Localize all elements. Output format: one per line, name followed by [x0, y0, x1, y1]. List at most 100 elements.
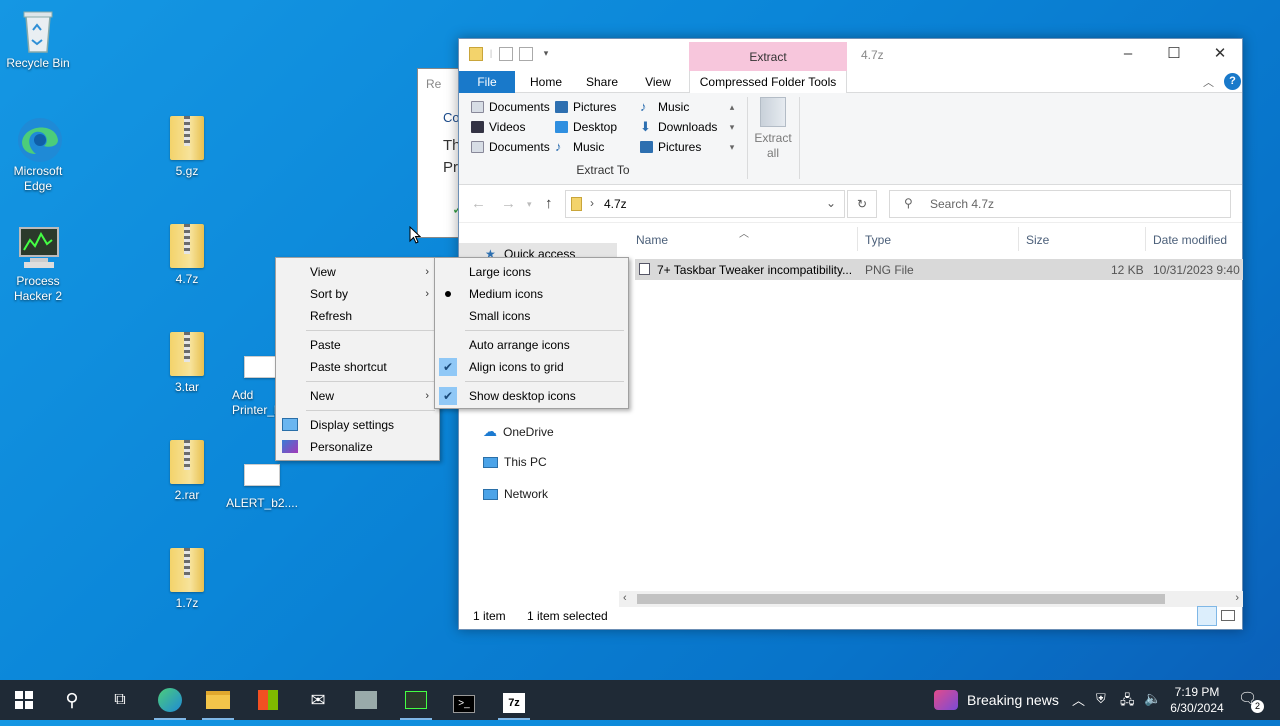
minimize-button[interactable]: – [1105, 39, 1151, 69]
desktop-icon-label: Recycle Bin [6, 56, 70, 70]
process-hacker-icon[interactable] [392, 680, 440, 720]
desktop-icon-3tar[interactable]: 3.tar [149, 332, 225, 395]
help-icon[interactable]: ? [1224, 73, 1241, 90]
security-icon[interactable]: ⛨ [1096, 691, 1106, 707]
terminal-icon[interactable]: >_ [440, 680, 488, 720]
desktop-icon-5gz[interactable]: 5.gz [149, 116, 225, 179]
mail-icon[interactable]: ✉ [294, 680, 342, 720]
desktop-icon-2rar[interactable]: 2.rar [149, 440, 225, 503]
desktop-icon-process-hacker[interactable]: Process Hacker 2 [0, 226, 76, 304]
menu-item-align-to-grid[interactable]: ✔ Align icons to grid [435, 356, 628, 378]
checkmark-icon: ✔ [439, 358, 457, 376]
address-bar[interactable]: › 4.7z ⌄ [565, 190, 845, 218]
search-box[interactable]: ⚲ Search 4.7z [889, 190, 1231, 218]
volume-icon[interactable]: 🔈 [1144, 690, 1161, 707]
large-icons-view-button[interactable] [1221, 610, 1235, 621]
menu-item-new[interactable]: New › [276, 385, 439, 407]
news-icon[interactable] [934, 690, 958, 710]
menu-item-large-icons[interactable]: Large icons [435, 261, 628, 283]
desktop-icon-recycle-bin[interactable]: Recycle Bin [0, 8, 76, 71]
recent-dropdown-icon[interactable]: ▾ [527, 199, 532, 210]
menu-item-display-settings[interactable]: Display settings [276, 414, 439, 436]
menu-item-refresh[interactable]: Refresh [276, 305, 439, 327]
menu-item-auto-arrange[interactable]: Auto arrange icons [435, 334, 628, 356]
desktop-icon-17z[interactable]: 1.7z [149, 548, 225, 611]
extract-to-pictures[interactable]: Pictures [555, 97, 617, 117]
7zip-icon[interactable]: 7z [490, 680, 538, 720]
address-path[interactable]: 4.7z [604, 197, 627, 211]
folder-icon[interactable] [469, 47, 483, 61]
app-icon[interactable] [342, 680, 390, 720]
menu-item-paste[interactable]: Paste [276, 334, 439, 356]
desktop-icon-label: 3.tar [174, 380, 199, 394]
column-header-size[interactable]: Size [1026, 233, 1049, 247]
clock[interactable]: 7:19 PM 6/30/2024 [1166, 684, 1228, 716]
display-icon [282, 418, 298, 431]
chevron-down-icon[interactable]: ⌄ [826, 196, 836, 210]
sort-ascending-icon: ︿ [739, 229, 749, 240]
extract-to-music[interactable]: ♪ Music [640, 97, 717, 117]
menu-item-show-desktop-icons[interactable]: ✔ Show desktop icons [435, 385, 628, 407]
tab-view[interactable]: View [633, 71, 683, 93]
menu-item-sort-by[interactable]: Sort by › [276, 283, 439, 305]
file-type: PNG File [865, 263, 914, 277]
close-button[interactable]: ✕ [1197, 39, 1243, 69]
back-arrow-icon[interactable]: ← [471, 195, 486, 212]
extract-to-documents[interactable]: Documents [471, 97, 550, 117]
extract-to-music[interactable]: ♪ Music [555, 137, 617, 157]
network-icon [483, 488, 498, 500]
desktop-icon-label: 5.gz [175, 164, 199, 178]
desktop-icon-edge[interactable]: Microsoft Edge [0, 116, 76, 194]
chevron-up-icon[interactable]: ︿ [1072, 690, 1085, 709]
scroll-right-icon[interactable]: › [1235, 592, 1239, 604]
table-row[interactable]: 7+ Taskbar Tweaker incompatibility... PN… [635, 259, 1243, 280]
menu-item-small-icons[interactable]: Small icons [435, 305, 628, 327]
details-view-button[interactable] [1197, 606, 1217, 626]
store-icon[interactable] [244, 680, 292, 720]
maximize-button[interactable]: ☐ [1151, 39, 1197, 69]
nav-this-pc[interactable]: This PC [483, 455, 547, 469]
ribbon-tabs: File Home Share View Compressed Folder T… [459, 71, 1242, 94]
up-arrow-icon[interactable]: ↑ [545, 195, 553, 212]
extract-to-pictures[interactable]: Pictures [640, 137, 717, 157]
extract-context-tab[interactable]: Extract [689, 42, 847, 71]
properties-icon[interactable] [499, 47, 513, 61]
forward-arrow-icon[interactable]: → [501, 195, 516, 212]
menu-item-personalize[interactable]: Personalize [276, 436, 439, 458]
column-header-name[interactable]: Name [636, 233, 668, 247]
menu-item-paste-shortcut[interactable]: Paste shortcut [276, 356, 439, 378]
menu-item-view[interactable]: View › [276, 261, 439, 283]
extract-to-desktop[interactable]: Desktop [555, 117, 617, 137]
scrollbar-thumb[interactable] [637, 594, 1165, 604]
tab-compressed-folder-tools[interactable]: Compressed Folder Tools [689, 71, 847, 94]
column-header-type[interactable]: Type [865, 233, 891, 247]
extract-to-downloads[interactable]: ⬇ Downloads [640, 117, 717, 137]
start-icon[interactable] [0, 680, 48, 720]
refresh-button[interactable]: ↻ [847, 190, 877, 218]
column-header-date[interactable]: Date modified [1153, 233, 1227, 247]
tab-file[interactable]: File [459, 71, 515, 93]
search-icon[interactable]: ⚲ [48, 680, 96, 720]
news-text[interactable]: Breaking news [967, 692, 1059, 708]
gallery-scroll[interactable]: ▴ ▾ ▾ [726, 97, 738, 155]
tab-share[interactable]: Share [577, 71, 627, 93]
new-folder-icon[interactable] [519, 47, 533, 61]
documents-icon [471, 101, 484, 113]
nav-network[interactable]: Network [483, 487, 548, 501]
network-icon[interactable]: 🖧 [1120, 691, 1135, 713]
extract-all-button[interactable]: Extract all [751, 97, 795, 161]
cloud-icon: ☁ [483, 423, 497, 439]
tab-home[interactable]: Home [521, 71, 571, 93]
extract-to-videos[interactable]: Videos [471, 117, 550, 137]
chevron-up-icon[interactable]: ︿ [1203, 74, 1214, 90]
edge-icon[interactable] [146, 680, 194, 720]
recycle-bin-icon [16, 8, 60, 53]
scroll-left-icon[interactable]: ‹ [623, 592, 627, 604]
nav-onedrive[interactable]: ☁ OneDrive [483, 423, 554, 440]
task-view-icon[interactable]: ⧉ [96, 680, 144, 720]
chevron-down-icon[interactable]: ▾ [539, 47, 553, 61]
extract-to-documents[interactable]: Documents [471, 137, 550, 157]
desktop-icon-47z[interactable]: 4.7z [149, 224, 225, 287]
file-explorer-icon[interactable] [194, 680, 242, 720]
menu-item-medium-icons[interactable]: Medium icons [435, 283, 628, 305]
